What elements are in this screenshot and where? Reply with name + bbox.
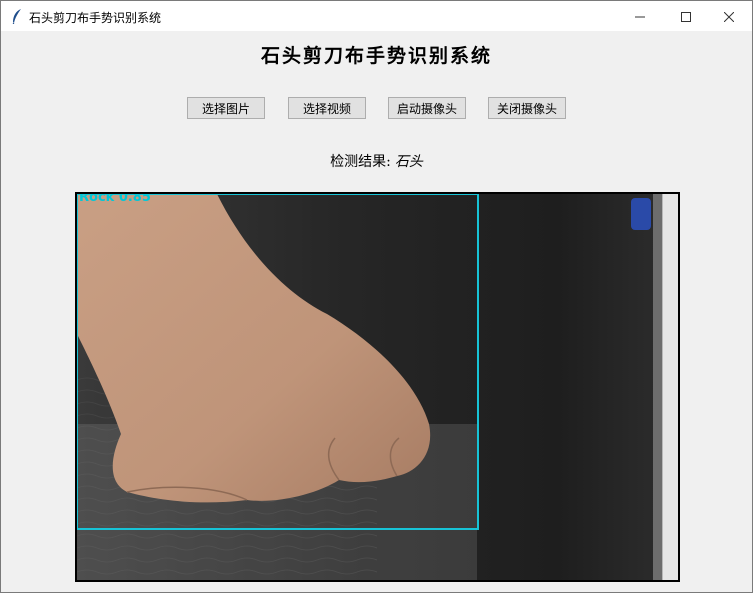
minimize-button[interactable] bbox=[617, 1, 663, 31]
camera-image bbox=[77, 194, 678, 580]
close-icon bbox=[723, 7, 735, 26]
app-heading: 石头剪刀布手势识别系统 bbox=[260, 45, 492, 67]
start-camera-button[interactable]: 启动摄像头 bbox=[388, 97, 466, 119]
minimize-icon bbox=[635, 7, 645, 26]
maximize-button[interactable] bbox=[663, 1, 709, 31]
preview-frame: Rock 0.85 bbox=[75, 192, 680, 582]
result-value: 石头 bbox=[394, 154, 423, 170]
result-label: 检测结果: bbox=[330, 154, 391, 170]
maximize-icon bbox=[681, 7, 691, 26]
app-window: 石头剪刀布手势识别系统 石头剪刀布手势识别系统 选择图片 选择视频 启动摄像头 … bbox=[0, 0, 753, 593]
select-video-button[interactable]: 选择视频 bbox=[288, 97, 366, 119]
stop-camera-button[interactable]: 关闭摄像头 bbox=[488, 97, 566, 119]
feather-icon bbox=[11, 8, 23, 25]
select-image-button[interactable]: 选择图片 bbox=[187, 97, 265, 119]
title-bar[interactable]: 石头剪刀布手势识别系统 bbox=[1, 1, 752, 31]
window-title: 石头剪刀布手势识别系统 bbox=[29, 11, 162, 25]
detection-label: Rock 0.85 bbox=[79, 192, 151, 205]
detection-result: 检测结果: 石头 bbox=[1, 151, 752, 171]
close-button[interactable] bbox=[706, 1, 752, 31]
